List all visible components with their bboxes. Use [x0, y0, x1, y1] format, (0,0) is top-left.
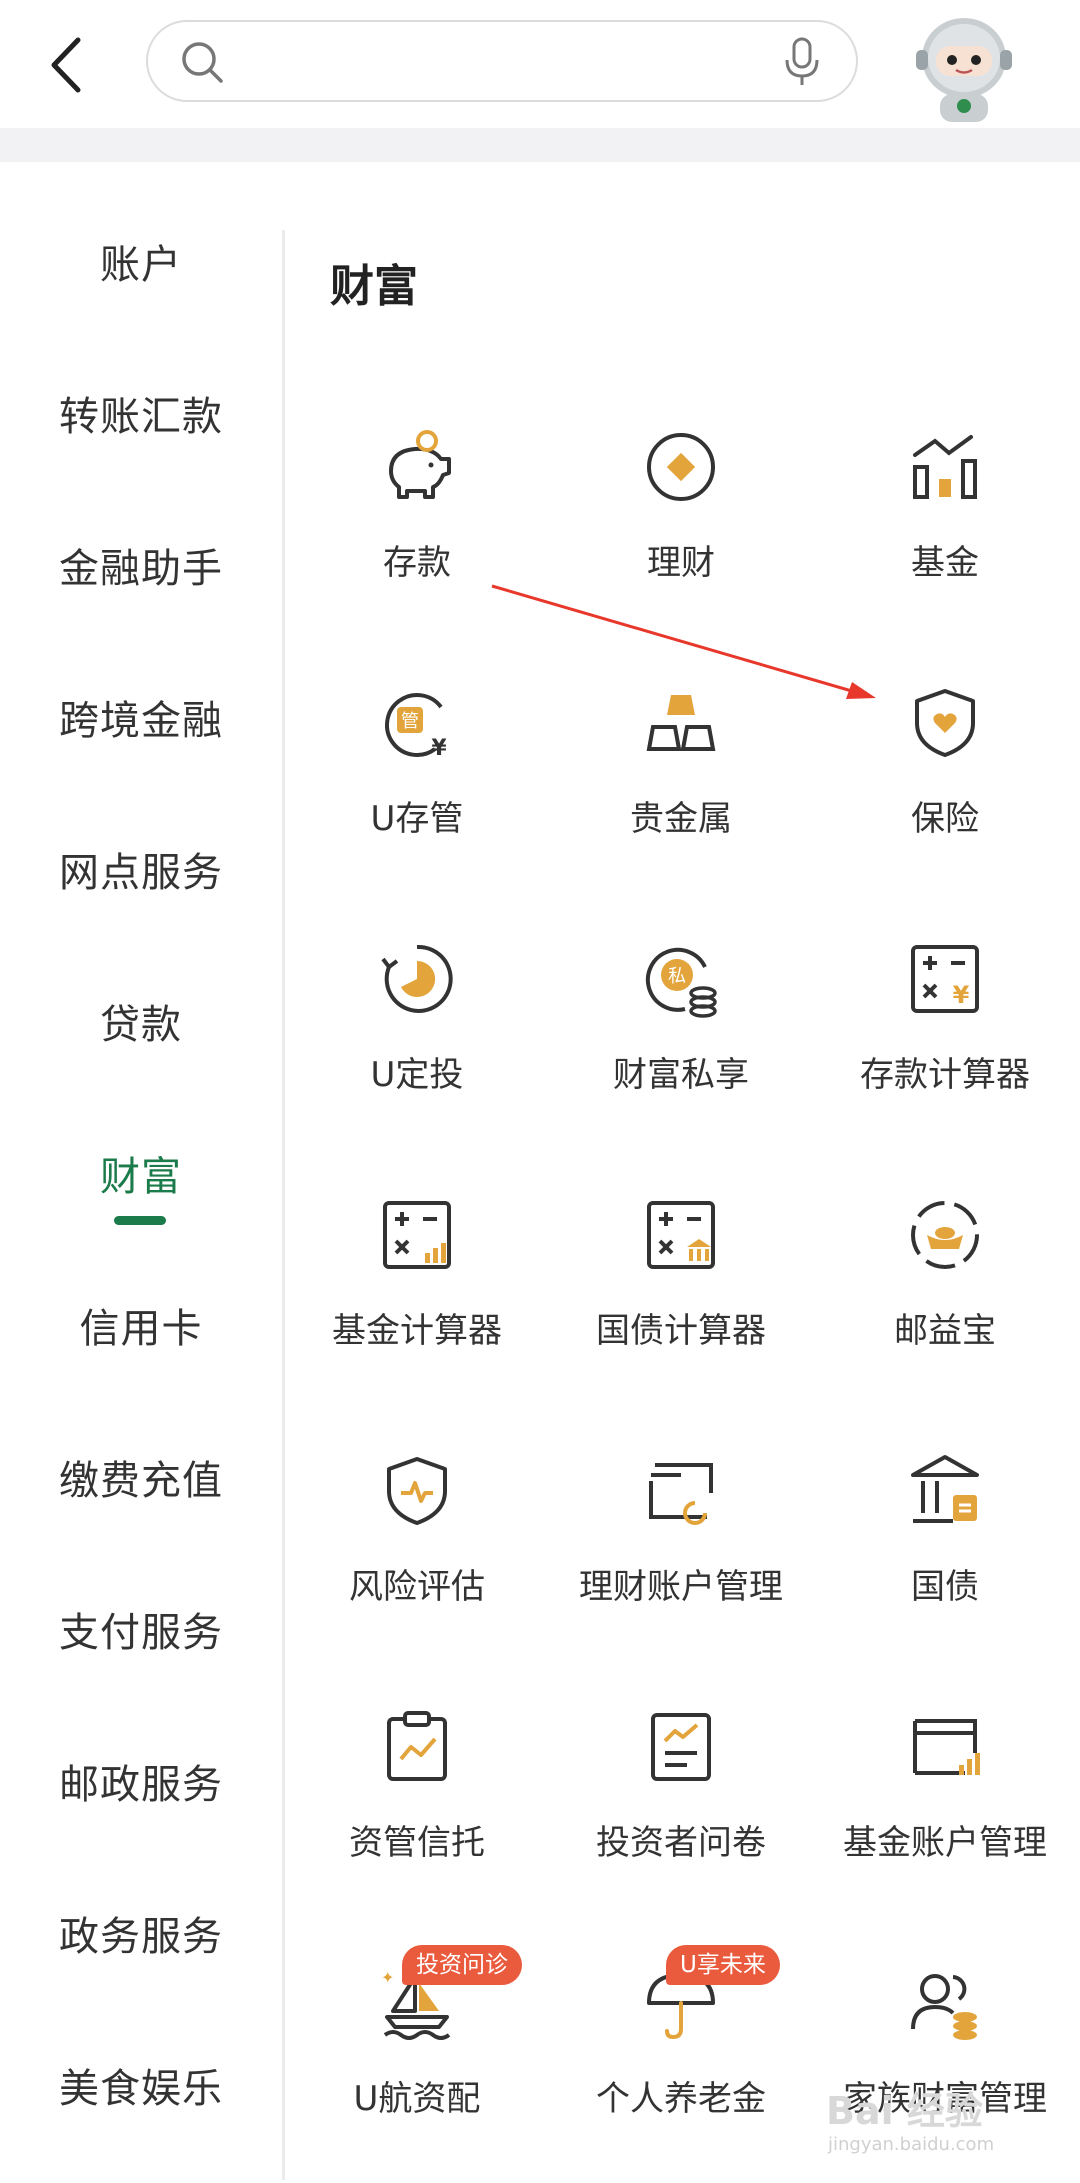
sidebar-item-wealth[interactable]: 财富 [0, 1144, 282, 1202]
custody-icon: 管 ¥ [385, 693, 447, 761]
section-title: 财富 [330, 261, 418, 312]
tile-investor-questionnaire[interactable]: 投资者问卷 [548, 1707, 814, 1927]
tile-label: 基金 [911, 543, 979, 583]
sidebar-item-finance-assistant[interactable]: 金融助手 [0, 536, 282, 594]
microphone-icon[interactable] [782, 36, 822, 88]
sidebar-item-bill-payment[interactable]: 缴费充值 [0, 1448, 282, 1506]
ingot-cycle-icon [911, 1201, 979, 1269]
card-account-icon [649, 1463, 713, 1525]
tile-u-custody[interactable]: 管 ¥ U存管 [284, 683, 550, 903]
tile-label: 风险评估 [349, 1567, 485, 1607]
piggy-bank-icon [389, 430, 451, 499]
tile-treasury-bond[interactable]: 国债 [812, 1451, 1078, 1671]
search-input[interactable] [244, 34, 728, 90]
tile-label: 国债 [911, 1567, 979, 1607]
calculator-bank-icon [647, 1201, 715, 1269]
active-tab-indicator [114, 1216, 166, 1225]
tile-label: 理财 [647, 543, 715, 583]
clipboard-trend-icon [387, 1711, 447, 1781]
shield-heart-icon [915, 689, 975, 757]
back-chevron-icon[interactable] [40, 30, 96, 100]
robot-avatar[interactable] [906, 8, 1022, 124]
tile-deposit-calculator[interactable]: ¥ 存款计算器 [812, 939, 1078, 1159]
tile-u-fixed-invest[interactable]: U定投 [284, 939, 550, 1159]
svg-text:¥: ¥ [953, 981, 970, 1009]
private-wealth-icon: 私 [645, 947, 717, 1018]
tile-label: 财富私享 [613, 1055, 749, 1095]
svg-text:¥: ¥ [431, 736, 447, 761]
tile-label: 理财账户管理 [579, 1567, 783, 1607]
svg-text:私: 私 [668, 966, 686, 987]
diamond-coin-icon [647, 433, 715, 501]
tile-label: 存款 [383, 543, 451, 583]
watermark-url: jingyan.baidu.com [828, 2134, 995, 2155]
tile-label: 资管信托 [349, 1823, 485, 1863]
tile-bond-calculator[interactable]: 国债计算器 [548, 1195, 814, 1415]
svg-text:管: 管 [401, 711, 419, 732]
pie-cycle-icon [381, 944, 453, 1013]
tile-label: 贵金属 [630, 799, 732, 839]
gold-bars-icon [646, 695, 716, 751]
document-trend-icon [651, 1713, 711, 1781]
search-bar[interactable] [146, 20, 858, 102]
sidebar-item-loans[interactable]: 贷款 [0, 992, 282, 1050]
calculator-chart-icon [383, 1201, 451, 1269]
tile-wealth-management[interactable]: 理财 [548, 427, 814, 647]
promo-badge: U享未来 [666, 1945, 780, 1985]
tile-asset-trust[interactable]: 资管信托 [284, 1707, 550, 1927]
tile-insurance[interactable]: 保险 [812, 683, 1078, 903]
sidebar-item-transfer[interactable]: 转账汇款 [0, 384, 282, 442]
sidebar-item-food-entertainment[interactable]: 美食娱乐 [0, 2056, 282, 2114]
tile-label: 存款计算器 [860, 1055, 1030, 1095]
top-bar [0, 0, 1080, 128]
svg-text:✦: ✦ [381, 1968, 394, 1987]
sidebar-item-branch-service[interactable]: 网点服务 [0, 840, 282, 898]
sidebar-item-payment-service[interactable]: 支付服务 [0, 1600, 282, 1658]
tile-label: U定投 [370, 1055, 464, 1095]
tile-deposit[interactable]: 存款 [284, 427, 550, 647]
category-sidebar: 账户 转账汇款 金融助手 跨境金融 网点服务 贷款 财富 信用卡 缴费充值 支付… [0, 162, 282, 2180]
sidebar-item-account[interactable]: 账户 [0, 232, 282, 290]
sidebar-item-government-service[interactable]: 政务服务 [0, 1904, 282, 1962]
tile-personal-pension[interactable]: U享未来 个人养老金 [548, 1945, 814, 2183]
calculator-yen-icon: ¥ [911, 945, 979, 1013]
bar-chart-icon [913, 435, 977, 499]
watermark-logo: Bai 经验 [826, 2089, 983, 2133]
search-icon [182, 42, 223, 83]
tile-label: 基金计算器 [332, 1311, 502, 1351]
tile-label: U存管 [370, 799, 464, 839]
tile-label: 个人养老金 [596, 2079, 766, 2119]
tile-fund[interactable]: 基金 [812, 427, 1078, 647]
tile-label: 国债计算器 [596, 1311, 766, 1351]
tile-risk-assessment[interactable]: 风险评估 [284, 1451, 550, 1671]
tile-fund-account-management[interactable]: 基金账户管理 [812, 1707, 1078, 1927]
tile-label: 邮益宝 [894, 1311, 996, 1351]
shield-pulse-icon [387, 1457, 447, 1525]
tile-label: 投资者问卷 [596, 1823, 766, 1863]
tile-label: 基金账户管理 [843, 1823, 1047, 1863]
sidebar-item-cross-border[interactable]: 跨境金融 [0, 688, 282, 746]
tile-wm-account-management[interactable]: 理财账户管理 [548, 1451, 814, 1671]
tile-private-wealth[interactable]: 私 财富私享 [548, 939, 814, 1159]
tile-label: U航资配 [353, 2079, 481, 2119]
sidebar-item-postal-service[interactable]: 邮政服务 [0, 1752, 282, 1810]
promo-badge: 投资问诊 [402, 1945, 522, 1985]
bank-building-icon [911, 1455, 979, 1523]
tile-u-asset-allocation[interactable]: ✦ 投资问诊 U航资配 [284, 1945, 550, 2183]
tile-fund-calculator[interactable]: 基金计算器 [284, 1195, 550, 1415]
tile-label: 保险 [911, 799, 979, 839]
card-chart-icon [913, 1719, 980, 1775]
tile-youyibao[interactable]: 邮益宝 [812, 1195, 1078, 1415]
header-divider [0, 128, 1080, 162]
family-coins-icon [911, 1974, 977, 2040]
sidebar-item-credit-card[interactable]: 信用卡 [0, 1296, 282, 1354]
tile-precious-metals[interactable]: 贵金属 [548, 683, 814, 903]
